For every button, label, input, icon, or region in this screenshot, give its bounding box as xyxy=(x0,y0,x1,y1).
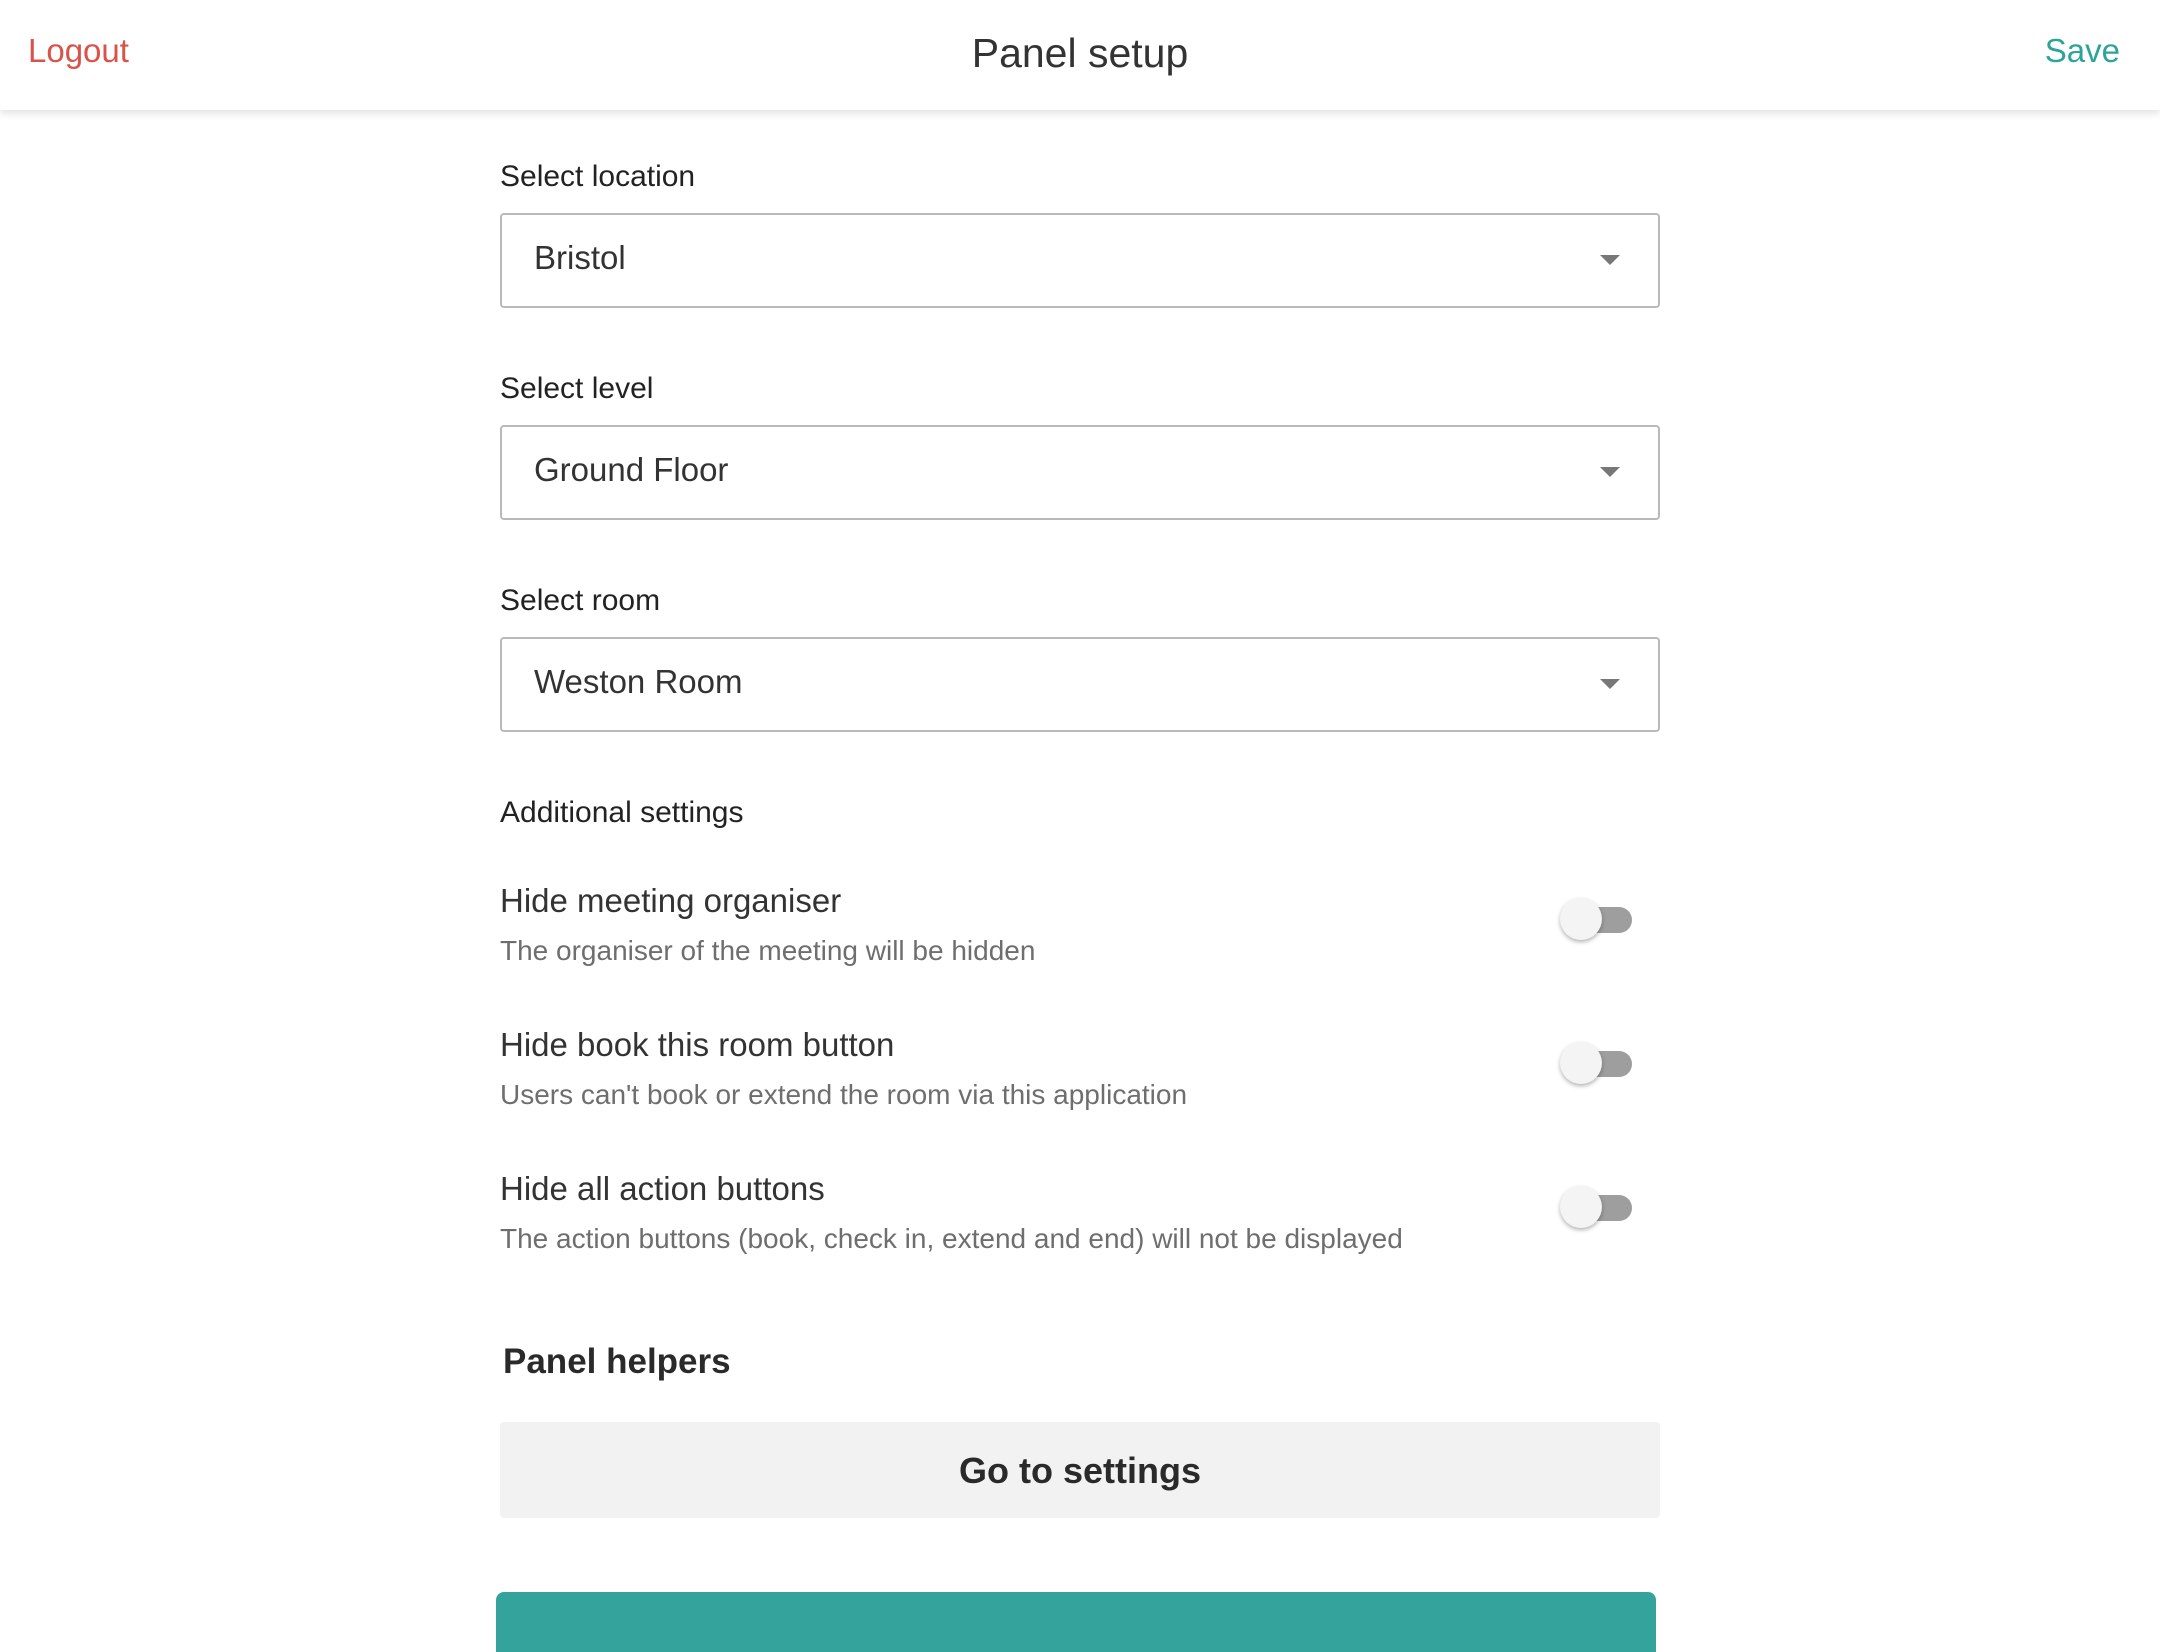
go-to-settings-button[interactable]: Go to settings xyxy=(500,1422,1660,1518)
room-label: Select room xyxy=(500,584,661,617)
setting-hide-meeting-organiser: Hide meeting organiser The organiser of … xyxy=(500,882,1660,982)
page-title: Panel setup xyxy=(971,30,1189,76)
level-select[interactable]: Ground Floor xyxy=(500,425,1660,520)
save-button[interactable]: Save xyxy=(2045,32,2120,70)
toggle-knob xyxy=(1560,898,1602,940)
panel-helpers-heading: Panel helpers xyxy=(503,1342,731,1381)
toggle-knob xyxy=(1560,1042,1602,1084)
location-select[interactable]: Bristol xyxy=(500,213,1660,308)
hide-all-action-buttons-toggle[interactable] xyxy=(1560,1186,1634,1230)
level-label: Select level xyxy=(500,372,654,405)
toggle-knob xyxy=(1560,1186,1602,1228)
additional-settings-heading: Additional settings xyxy=(500,796,744,829)
location-label: Select location xyxy=(500,160,696,193)
go-to-settings-label: Go to settings xyxy=(959,1450,1201,1491)
dropdown-arrow-icon xyxy=(1600,255,1620,265)
level-select-value: Ground Floor xyxy=(534,451,729,488)
room-select[interactable]: Weston Room xyxy=(500,637,1660,732)
dropdown-arrow-icon xyxy=(1600,679,1620,689)
top-app-bar: Logout Panel setup Save xyxy=(0,0,2160,110)
setting-description: The organiser of the meeting will be hid… xyxy=(500,935,1036,966)
setting-title: Hide meeting organiser xyxy=(500,882,842,919)
hide-book-room-button-toggle[interactable] xyxy=(1560,1042,1634,1086)
setting-title: Hide book this room button xyxy=(500,1026,895,1063)
setting-title: Hide all action buttons xyxy=(500,1170,825,1207)
primary-action-button[interactable] xyxy=(496,1592,1656,1652)
room-select-value: Weston Room xyxy=(534,663,743,700)
dropdown-arrow-icon xyxy=(1600,467,1620,477)
setting-hide-book-room-button: Hide book this room button Users can't b… xyxy=(500,1026,1660,1126)
hide-meeting-organiser-toggle[interactable] xyxy=(1560,898,1634,942)
setting-description: The action buttons (book, check in, exte… xyxy=(500,1223,1403,1254)
location-select-value: Bristol xyxy=(534,239,626,276)
setting-hide-all-action-buttons: Hide all action buttons The action butto… xyxy=(500,1170,1660,1270)
setting-description: Users can't book or extend the room via … xyxy=(500,1079,1188,1110)
